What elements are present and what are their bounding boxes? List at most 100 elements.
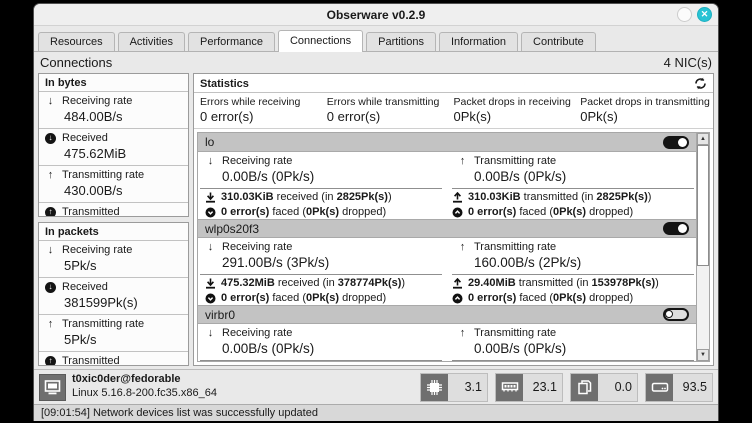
rate-value: 0.00B/s (0Pk/s) — [222, 169, 437, 184]
status-bar: [09:01:54] Network devices list was succ… — [34, 404, 718, 421]
tab-resources[interactable]: Resources — [38, 32, 115, 51]
stat-label: Received — [62, 132, 108, 144]
stat-label: Receiving rate — [62, 95, 132, 107]
tx-errors-line: 0 error(s) faced (0Pk(s) dropped) — [447, 290, 694, 305]
stat-value: 381599Pk(s) — [64, 295, 182, 310]
list-item: ↑Transmitted 29.70MiB — [39, 203, 188, 217]
minimize-button[interactable] — [677, 7, 692, 22]
interface-section-lo: lo ↓Receiving rate 0.00B/s (0Pk/s) ↑Tran… — [198, 133, 696, 219]
nic-count: 4 NIC(s) — [664, 55, 712, 70]
kernel-version: Linux 5.16.8-200.fc35.x86_64 — [72, 387, 217, 401]
tab-connections[interactable]: Connections — [278, 30, 363, 52]
disk-value: 93.5 — [673, 380, 712, 394]
stat-label: Receiving rate — [62, 244, 132, 256]
close-button[interactable]: ✕ — [697, 7, 712, 22]
interface-toggle[interactable] — [663, 308, 689, 321]
down-arrow-icon: ↓ — [45, 244, 56, 256]
upload-icon — [452, 278, 463, 289]
page-title: Connections — [40, 55, 112, 70]
interface-toggle[interactable] — [663, 222, 689, 235]
scroll-up-icon[interactable]: ▲ — [697, 133, 709, 145]
list-item: ↓ Received 475.62MiB — [39, 129, 188, 166]
stat-label: Transmitted — [62, 355, 120, 366]
summary-value: 0Pk(s) — [454, 109, 581, 124]
summary-label: Errors while transmitting — [327, 96, 454, 108]
interface-section-virbr0: virbr0 ↓Receiving rate 0.00B/s (0Pk/s) ↑… — [198, 305, 696, 361]
summary-value: 0 error(s) — [200, 109, 327, 124]
list-item: ↑Transmitted 156803Pk(s) — [39, 352, 188, 366]
in-bytes-title: In bytes — [39, 74, 188, 92]
rate-label: Receiving rate — [222, 155, 292, 167]
statistics-title: Statistics — [200, 78, 249, 90]
circled-down-arrow-icon: ↓ — [45, 133, 56, 144]
ram-metric: 23.1 — [495, 373, 563, 402]
upload-icon — [452, 192, 463, 203]
list-item: ↓Received 381599Pk(s) — [39, 278, 188, 315]
down-arrow-icon: ↓ — [205, 155, 216, 167]
rx-total-line: 475.32MiB received (in 378774Pk(s)) — [200, 275, 447, 290]
tab-bar: Resources Activities Performance Connect… — [34, 26, 718, 52]
ram-icon — [496, 374, 523, 401]
circled-up-arrow-icon: ↑ — [45, 356, 56, 367]
scroll-down-icon[interactable]: ▼ — [697, 349, 709, 361]
error-down-icon — [205, 207, 216, 218]
stat-label: Transmitted — [62, 206, 120, 217]
status-message: [09:01:54] Network devices list was succ… — [41, 407, 318, 419]
totals-sidebar: In bytes ↓Receiving rate 484.00B/s ↓Rece… — [38, 73, 189, 366]
stat-label: Transmitting rate — [62, 169, 144, 181]
up-arrow-icon: ↑ — [457, 155, 468, 167]
tab-activities[interactable]: Activities — [118, 32, 185, 51]
tab-partitions[interactable]: Partitions — [366, 32, 436, 51]
scrollbar[interactable]: ▲ ▼ — [696, 133, 709, 361]
error-up-icon — [452, 293, 463, 304]
username-host: t0xic0der@fedorable — [72, 373, 217, 387]
rate-value: 160.00B/s (2Pk/s) — [474, 255, 689, 270]
list-item: ↓Receiving rate 484.00B/s — [39, 92, 188, 129]
statistics-panel: Statistics Errors while receiving 0 erro… — [193, 73, 714, 366]
summary-label: Packet drops in transmitting — [580, 96, 707, 108]
list-item: ↓Receiving rate 5Pk/s — [39, 241, 188, 278]
scrollbar-thumb[interactable] — [697, 145, 709, 266]
tab-information[interactable]: Information — [439, 32, 518, 51]
in-bytes-panel: In bytes ↓Receiving rate 484.00B/s ↓Rece… — [38, 73, 189, 217]
rate-label: Transmitting rate — [474, 241, 556, 253]
download-icon — [205, 278, 216, 289]
rate-value: 0.00B/s (0Pk/s) — [474, 341, 689, 356]
interface-toggle[interactable] — [663, 136, 689, 149]
circled-up-arrow-icon: ↑ — [45, 207, 56, 218]
footer-bar: t0xic0der@fedorable Linux 5.16.8-200.fc3… — [34, 369, 718, 404]
stat-label: Transmitting rate — [62, 318, 144, 330]
stat-value: 475.62MiB — [64, 146, 182, 161]
interface-section-wlp0s20f3: wlp0s20f3 ↓Receiving rate 291.00B/s (3Pk… — [198, 219, 696, 305]
tab-contribute[interactable]: Contribute — [521, 32, 596, 51]
tab-performance[interactable]: Performance — [188, 32, 275, 51]
rate-label: Transmitting rate — [474, 327, 556, 339]
down-arrow-icon: ↓ — [205, 241, 216, 253]
disk-icon — [646, 374, 673, 401]
up-arrow-icon: ↑ — [45, 169, 56, 181]
footer-metrics: 3.1 23.1 0.0 93.5 — [420, 373, 713, 402]
tx-errors-line: 0 error(s) faced (0Pk(s) dropped) — [447, 204, 694, 219]
in-packets-panel: In packets ↓ Receiving rate 5Pk/s ↓Receiv… — [38, 222, 189, 366]
swap-metric: 0.0 — [570, 373, 638, 402]
cpu-metric: 3.1 — [420, 373, 488, 402]
ram-value: 23.1 — [523, 380, 562, 394]
up-arrow-icon: ↑ — [457, 241, 468, 253]
tx-total-line: 310.03KiB transmitted (in 2825Pk(s)) — [447, 189, 694, 204]
rx-errors-line: 0 error(s) faced (0Pk(s) dropped) — [200, 204, 447, 219]
down-arrow-icon: ↓ — [45, 95, 56, 107]
computer-icon — [39, 374, 66, 401]
window-title: Obserware v0.2.9 — [327, 8, 426, 22]
tx-total-line: 29.40MiB transmitted (in 153978Pk(s)) — [447, 275, 694, 290]
download-icon — [205, 192, 216, 203]
error-up-icon — [452, 207, 463, 218]
down-arrow-icon: ↓ — [205, 327, 216, 339]
interface-name: lo — [205, 135, 214, 149]
stat-value: 5Pk/s — [64, 332, 182, 347]
summary-label: Errors while receiving — [200, 96, 327, 108]
in-packets-title: In packets — [39, 223, 188, 241]
summary-label: Packet drops in receiving — [454, 96, 581, 108]
refresh-icon[interactable] — [694, 77, 707, 90]
host-info: t0xic0der@fedorable Linux 5.16.8-200.fc3… — [39, 373, 217, 401]
title-bar: Obserware v0.2.9 ✕ — [34, 4, 718, 26]
